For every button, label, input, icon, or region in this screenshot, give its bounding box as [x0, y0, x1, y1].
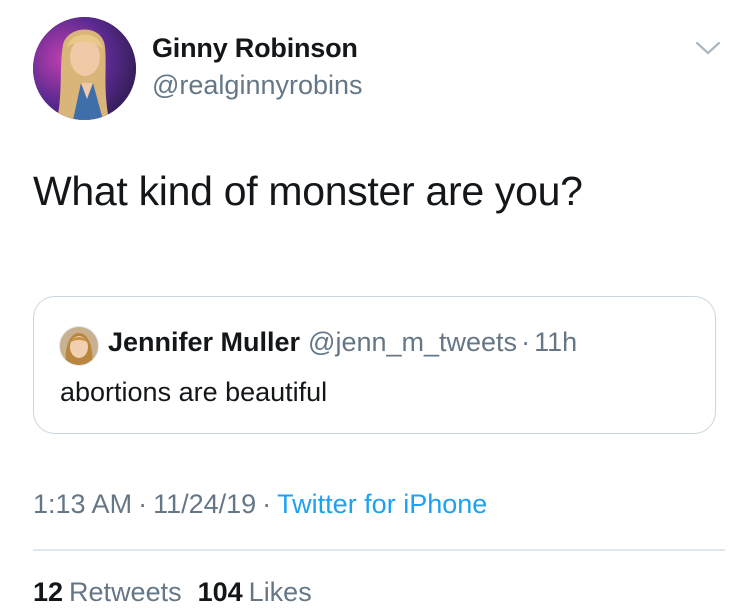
chevron-down-icon[interactable]	[694, 38, 722, 58]
retweets-label: Retweets	[69, 577, 182, 607]
meta-separator: ·	[138, 489, 148, 519]
quoted-tweet-separator: ·	[521, 327, 531, 357]
author-handle[interactable]: @realginnyrobins	[152, 70, 363, 101]
tweet-source-link[interactable]: Twitter for iPhone	[277, 489, 487, 519]
tweet-time: 1:13 AM	[33, 489, 133, 519]
quoted-author-avatar-image	[60, 327, 98, 365]
meta-separator: ·	[262, 489, 272, 519]
retweets-stat[interactable]: 12 Retweets	[33, 577, 182, 607]
quoted-author-handle[interactable]: @jenn_m_tweets	[308, 327, 517, 357]
quoted-tweet-time: 11h	[534, 327, 578, 357]
author-avatar-image	[33, 17, 136, 120]
likes-stat[interactable]: 104 Likes	[198, 577, 312, 607]
quoted-tweet-card[interactable]: Jennifer Muller @jenn_m_tweets · 11h aborti…	[33, 296, 716, 434]
likes-label: Likes	[248, 577, 312, 607]
tweet-date: 11/24/19	[153, 489, 257, 519]
tweet-stats: 12 Retweets 104 Likes	[33, 577, 312, 608]
tweet-meta: 1:13 AM · 11/24/19 · Twitter for iPhone	[33, 489, 487, 520]
quoted-tweet-text: abortions are beautiful	[60, 377, 328, 407]
tweet-text: What kind of monster are you?	[33, 168, 583, 214]
author-avatar[interactable]	[33, 17, 136, 120]
retweets-count: 12	[33, 577, 64, 607]
quoted-author-avatar[interactable]	[59, 326, 99, 366]
quoted-tweet-header: Jennifer Muller @jenn_m_tweets · 11h	[108, 327, 577, 358]
divider	[33, 549, 725, 551]
quoted-author-name[interactable]: Jennifer Muller	[108, 327, 300, 357]
author-name[interactable]: Ginny Robinson	[152, 33, 358, 64]
likes-count: 104	[197, 577, 243, 607]
